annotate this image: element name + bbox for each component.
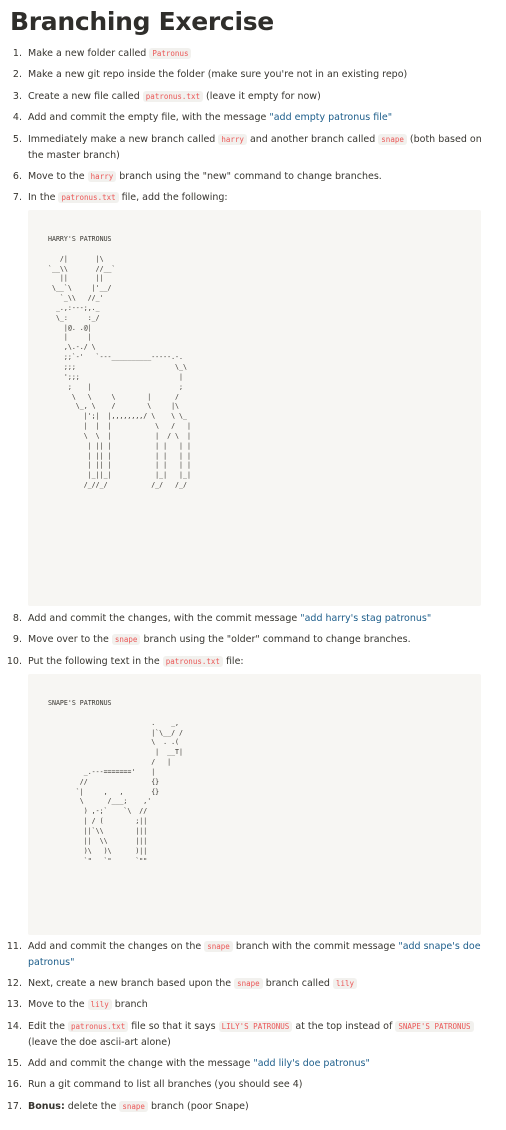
step-number: 15. [6, 1058, 22, 1069]
step-text-segment: branch [111, 999, 148, 1010]
step-text-segment: Make a new folder called [28, 48, 150, 59]
step-text: Add and commit the changes on the snape … [28, 939, 483, 970]
step-number: 1. [12, 48, 22, 59]
step-text-segment: Run a git command to list all branches (… [28, 1079, 303, 1090]
page-title: Branching Exercise [10, 7, 274, 36]
step-number: 10. [6, 656, 22, 667]
snape-patronus-code-block: SNAPE'S PATRONUS . _, |`\__/ / \ . .( | … [28, 674, 481, 935]
inline-code: snape [204, 941, 233, 952]
inline-code: harry [87, 171, 117, 182]
step-number: 6. [12, 171, 22, 182]
step-text: Run a git command to list all branches (… [28, 1077, 483, 1093]
step-text-segment: In the [28, 192, 59, 203]
step-text-segment: at the top instead of [292, 1021, 396, 1032]
step-text-segment: branch using the "older" command to chan… [140, 634, 411, 645]
inline-code: harry [218, 134, 247, 145]
step-text: Bonus: delete the snape branch (poor Sna… [28, 1099, 483, 1115]
step-text: Put the following text in the patronus.t… [28, 654, 483, 670]
step-number: 8. [12, 613, 22, 624]
step-number: 3. [12, 91, 22, 102]
step-text-segment: Move to the [28, 171, 88, 182]
step-text: In the patronus.txt file, add the follow… [28, 190, 483, 206]
step-number: 17. [6, 1101, 22, 1112]
step-text-segment: Create a new file called [28, 91, 143, 102]
inline-code: patronus.txt [142, 91, 203, 102]
step-number: 16. [6, 1079, 22, 1090]
inline-code: lily [332, 978, 358, 989]
inline-code: LILY'S PATRONUS [218, 1021, 293, 1032]
step-number: 4. [12, 112, 22, 123]
inline-code: Patronus [149, 48, 192, 59]
commit-message-text: "add lily's doe patronus" [253, 1058, 370, 1069]
step-text: Move to the harry branch using the "new"… [28, 169, 483, 185]
code-block-text: HARRY'S PATRONUS /| |\ `__\\ //__` || ||… [48, 235, 191, 490]
step-text-segment: Put the following text in the [28, 656, 163, 667]
step-number: 11. [6, 941, 22, 952]
step-text: Create a new file called patronus.txt (l… [28, 89, 483, 105]
step-text-segment: branch using the "new" command to change… [116, 171, 382, 182]
inline-code: snape [234, 978, 263, 989]
step-text-segment: (leave it empty for now) [202, 91, 321, 102]
step-number: 7. [12, 192, 22, 203]
step-text-segment: Edit the [28, 1021, 69, 1032]
harry-patronus-code-block: HARRY'S PATRONUS /| |\ `__\\ //__` || ||… [28, 210, 481, 606]
inline-code: lily [87, 999, 112, 1010]
step-number: 12. [6, 978, 22, 989]
commit-message-text: "add harry's stag patronus" [300, 613, 432, 624]
step-text-segment: Next, create a new branch based upon the [28, 978, 235, 989]
inline-code: SNAPE'S PATRONUS [395, 1021, 474, 1032]
step-number: 13. [6, 999, 22, 1010]
step-text-segment: branch (poor Snape) [147, 1101, 249, 1112]
step-text-segment: file: [222, 656, 244, 667]
inline-code: patronus.txt [162, 656, 223, 667]
inline-code: snape [119, 1101, 148, 1112]
step-text-segment: and another branch called [246, 134, 379, 145]
inline-code: patronus.txt [58, 192, 119, 203]
step-number: 14. [6, 1021, 22, 1032]
step-text: Move to the lily branch [28, 997, 483, 1013]
step-number: 9. [12, 634, 22, 645]
step-text: Add and commit the empty file, with the … [28, 110, 483, 126]
step-text-segment: Add and commit the changes on the [28, 941, 205, 952]
step-text: Make a new git repo inside the folder (m… [28, 67, 483, 83]
bold-label: Bonus: [28, 1101, 65, 1112]
step-text: Make a new folder called Patronus [28, 46, 483, 62]
step-text-segment: (leave the doe ascii-art alone) [28, 1036, 171, 1048]
step-text-segment: branch called [262, 978, 333, 989]
code-block-text: SNAPE'S PATRONUS . _, |`\__/ / \ . .( | … [48, 699, 183, 865]
step-text-segment: delete the [64, 1101, 120, 1112]
step-text-segment: Immediately make a new branch called [28, 134, 219, 145]
step-number: 5. [12, 134, 22, 145]
step-text: Immediately make a new branch called har… [28, 132, 483, 163]
step-text-segment: Add and commit the change with the messa… [28, 1058, 254, 1069]
step-text-segment: file, add the following: [118, 192, 228, 203]
step-text: Move over to the snape branch using the … [28, 632, 483, 648]
step-text-segment: branch with the commit message [232, 941, 399, 952]
step-text-segment: Move to the [28, 999, 88, 1010]
step-text: Add and commit the change with the messa… [28, 1056, 483, 1072]
step-text: Edit the patronus.txt file so that it sa… [28, 1019, 483, 1050]
step-text-segment: Add and commit the changes, with the com… [28, 613, 301, 624]
step-text-segment: Move over to the [28, 634, 112, 645]
step-text-segment: Add and commit the empty file, with the … [28, 112, 270, 123]
step-text-segment: file so that it says [128, 1021, 219, 1032]
step-number: 2. [12, 69, 22, 80]
step-text: Add and commit the changes, with the com… [28, 611, 483, 627]
step-text: Next, create a new branch based upon the… [28, 976, 483, 992]
step-text-segment: Make a new git repo inside the folder (m… [28, 69, 408, 80]
inline-code: snape [111, 634, 141, 645]
inline-code: patronus.txt [68, 1021, 129, 1032]
inline-code: snape [378, 134, 407, 145]
commit-message-text: "add empty patronus file" [269, 112, 393, 123]
